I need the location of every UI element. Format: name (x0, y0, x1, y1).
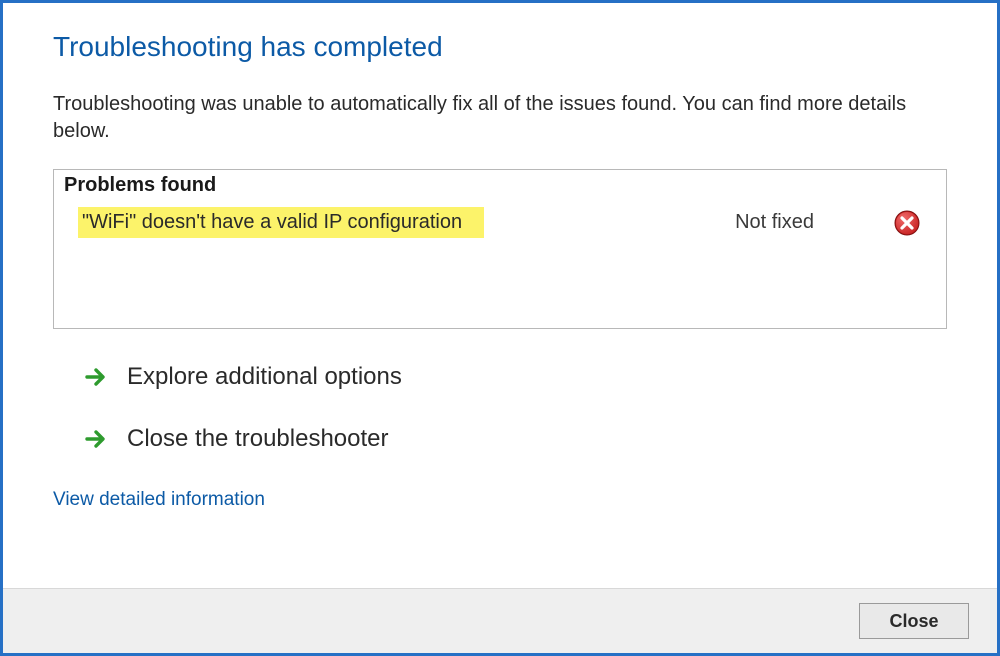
description-text: Troubleshooting was unable to automatica… (53, 91, 947, 145)
arrow-right-icon (85, 366, 107, 388)
arrow-right-icon (85, 428, 107, 450)
content-area: Troubleshooting has completed Troublesho… (3, 3, 997, 588)
close-button[interactable]: Close (859, 603, 969, 639)
action-label: Close the troubleshooter (127, 425, 389, 453)
footer-bar: Close (3, 588, 997, 653)
page-title: Troubleshooting has completed (53, 31, 947, 63)
actions-list: Explore additional options Close the tro… (53, 363, 947, 453)
problems-header: Problems found (54, 170, 946, 203)
problem-text-wrap: "WiFi" doesn't have a valid IP configura… (78, 207, 735, 238)
troubleshooter-window: Troubleshooting has completed Troublesho… (0, 0, 1000, 656)
action-label: Explore additional options (127, 363, 402, 391)
close-troubleshooter-action[interactable]: Close the troubleshooter (85, 425, 947, 453)
problem-status: Not fixed (735, 211, 814, 234)
view-detailed-info-link[interactable]: View detailed information (53, 487, 947, 511)
explore-options-action[interactable]: Explore additional options (85, 363, 947, 391)
problem-row[interactable]: "WiFi" doesn't have a valid IP configura… (54, 203, 946, 242)
error-icon (894, 210, 920, 236)
problem-description: "WiFi" doesn't have a valid IP configura… (78, 207, 484, 238)
problems-found-box: Problems found "WiFi" doesn't have a val… (53, 169, 947, 329)
